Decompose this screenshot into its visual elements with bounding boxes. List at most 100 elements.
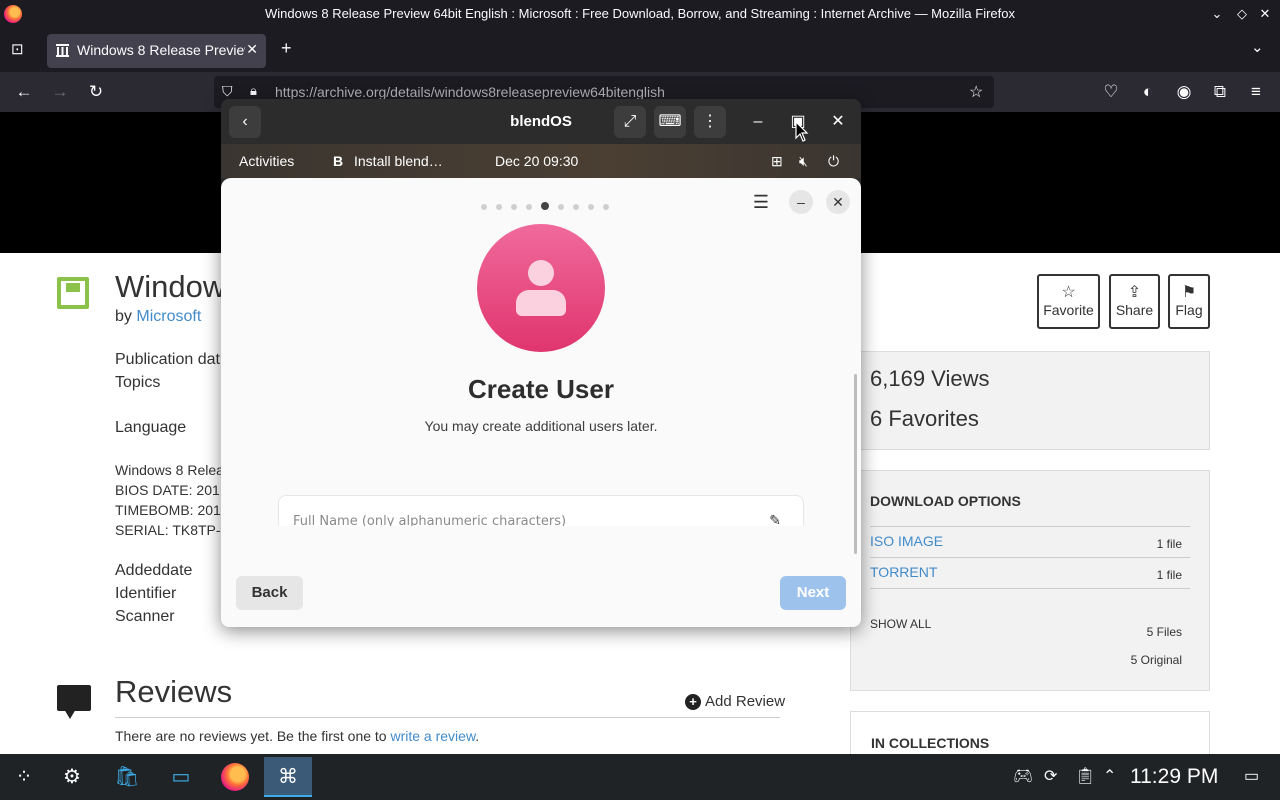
share-label: Share <box>1115 302 1154 318</box>
page-dot <box>481 204 487 210</box>
next-button[interactable]: Next <box>780 576 846 610</box>
download-row: TORRENT 1 file <box>870 557 1190 589</box>
window-title: Windows 8 Release Preview 64bit English … <box>265 6 1015 21</box>
tab-list-icon[interactable]: ⊡ <box>11 40 24 58</box>
show-all-link[interactable]: SHOW ALL <box>870 617 931 631</box>
share-icon: ⇪ <box>1127 284 1142 301</box>
download-row: ISO IMAGE 1 file <box>870 526 1190 557</box>
taskbar-clock[interactable]: 11:29 PM <box>1130 765 1218 789</box>
files-count: 5 Files <box>1146 625 1182 639</box>
meta-label-scanner: Scanner <box>115 608 175 625</box>
tab-close-icon[interactable]: ✕ <box>246 41 258 58</box>
item-byline: by Microsoft <box>115 308 201 326</box>
page-dot <box>573 204 579 210</box>
tray-expand-icon[interactable]: ⌃ <box>1103 766 1116 786</box>
power-icon[interactable]: ⏻ <box>828 153 839 170</box>
extension-theme-icon[interactable]: ◐ <box>1138 82 1158 102</box>
url-text[interactable]: https://archive.org/details/windows8rele… <box>275 84 665 100</box>
reviews-speech-bubble-icon <box>57 685 91 719</box>
flag-button[interactable]: ⚑ Flag <box>1168 274 1210 329</box>
author-link[interactable]: Microsoft <box>136 308 201 325</box>
mouse-cursor-icon <box>795 121 809 142</box>
window-maximize-icon[interactable]: ◇ <box>1233 5 1251 23</box>
clipboard-icon[interactable]: 📋︎ <box>1075 766 1095 786</box>
vm-close-icon[interactable]: ✕ <box>822 106 854 138</box>
window-minimize-icon[interactable]: ⌄ <box>1208 5 1226 23</box>
shield-icon[interactable]: ⛉ <box>222 83 233 100</box>
user-avatar[interactable] <box>477 224 605 352</box>
floppy-disk-icon <box>57 277 89 309</box>
wizard-title: Create User <box>468 374 614 404</box>
pocket-icon[interactable]: ♡ <box>1101 82 1121 102</box>
period: . <box>475 728 480 744</box>
description-line: TIMEBOMB: 201 <box>115 502 221 518</box>
avatar-head <box>528 260 554 286</box>
blend-app-icon: B <box>333 153 344 169</box>
forward-arrow-icon[interactable]: → <box>50 82 70 102</box>
collections-header: IN COLLECTIONS <box>871 735 990 751</box>
volume-muted-icon[interactable]: 🔇︎ <box>799 153 808 170</box>
download-options-header: DOWNLOAD OPTIONS <box>870 493 1021 509</box>
vm-minimize-icon[interactable]: – <box>742 106 774 138</box>
back-arrow-icon[interactable]: ← <box>14 82 34 102</box>
show-desktop-icon[interactable]: ▭ <box>1244 766 1259 786</box>
activities-button[interactable]: Activities <box>239 153 294 169</box>
scrollbar[interactable] <box>854 374 857 554</box>
content-scroll-clip <box>221 526 861 627</box>
reviews-title: Reviews <box>115 674 233 709</box>
firefox-taskbar-icon[interactable] <box>211 757 259 797</box>
gnome-top-bar: Activities B Install blend… Dec 20 09:30… <box>221 144 861 178</box>
fullscreen-icon[interactable]: ⤢ <box>614 106 646 138</box>
meta-label-language: Language <box>115 419 187 436</box>
meta-label-addeddate: Addeddate <box>115 562 193 579</box>
discord-icon[interactable]: 🎮︎ <box>1013 766 1033 786</box>
wizard-close-icon[interactable]: ✕ <box>826 190 850 214</box>
bookmark-star-icon[interactable]: ☆ <box>969 82 983 102</box>
window-close-icon[interactable]: ✕ <box>1256 5 1274 23</box>
taskbar: ⁘ ⚙ 🛍︎ ▭ ⌘ 🎮︎ ⟳ 📋︎ ⌃ 11:29 PM ▭ <box>0 754 1280 800</box>
extensions-icon[interactable]: ⧉ <box>1210 82 1230 102</box>
write-review-link[interactable]: write a review <box>390 728 475 744</box>
app-launcher-icon[interactable]: ⁘ <box>0 757 48 797</box>
gnome-clock[interactable]: Dec 20 09:30 <box>495 153 578 169</box>
network-icon[interactable]: ⊞ <box>771 153 783 170</box>
download-options-panel: DOWNLOAD OPTIONS ISO IMAGE 1 file TORREN… <box>850 470 1210 691</box>
meta-label-topics: Topics <box>115 374 161 391</box>
vm-taskbar-icon[interactable]: ⌘ <box>264 757 312 797</box>
page-dot <box>603 204 609 210</box>
tab-overflow-icon[interactable]: ⌄ <box>1251 38 1264 56</box>
page-dot <box>588 204 594 210</box>
lock-icon[interactable]: 🔒︎ <box>250 83 257 99</box>
tab-strip: ⊡ Windows 8 Release Preview ✕ + ⌄ <box>0 29 1280 72</box>
share-button[interactable]: ⇪ Share <box>1109 274 1160 329</box>
row-divider <box>870 588 1190 589</box>
wizard-menu-icon[interactable]: ☰ <box>749 190 773 214</box>
app-menu-label[interactable]: Install blend… <box>354 153 443 169</box>
system-settings-icon[interactable]: ⚙ <box>48 757 96 797</box>
back-button[interactable]: Back <box>236 576 303 610</box>
item-title: Window <box>115 269 226 304</box>
no-reviews-text: There are no reviews yet. Be the first o… <box>115 728 479 744</box>
description-line: Windows 8 Relea <box>115 462 224 478</box>
torrent-link[interactable]: TORRENT <box>870 564 937 580</box>
favorite-button[interactable]: ☆ Favorite <box>1037 274 1100 329</box>
discover-store-icon[interactable]: 🛍︎ <box>103 757 151 797</box>
account-icon[interactable]: ◉ <box>1174 82 1194 102</box>
file-manager-icon[interactable]: ▭ <box>157 757 205 797</box>
tab-active[interactable]: Windows 8 Release Preview ✕ <box>47 34 266 68</box>
vm-menu-icon[interactable]: ⋮ <box>694 106 726 138</box>
menu-hamburger-icon[interactable]: ≡ <box>1246 82 1266 102</box>
installer-wizard: ☰ – ✕ Create User You may create additio… <box>221 178 861 627</box>
reload-icon[interactable]: ↻ <box>86 82 106 102</box>
wizard-minimize-icon[interactable]: – <box>789 190 813 214</box>
page-dot <box>558 204 564 210</box>
add-review-label: Add Review <box>705 693 786 710</box>
iso-image-link[interactable]: ISO IMAGE <box>870 533 943 549</box>
updates-icon[interactable]: ⟳ <box>1044 766 1057 786</box>
keyboard-icon[interactable]: ⌨ <box>654 106 686 138</box>
description-line: SERIAL: TK8TP- <box>115 522 221 538</box>
page-dot-active <box>541 202 549 210</box>
new-tab-icon[interactable]: + <box>281 38 292 59</box>
plus-circle-icon: + <box>685 694 701 710</box>
add-review-button[interactable]: + Add Review <box>685 693 785 710</box>
